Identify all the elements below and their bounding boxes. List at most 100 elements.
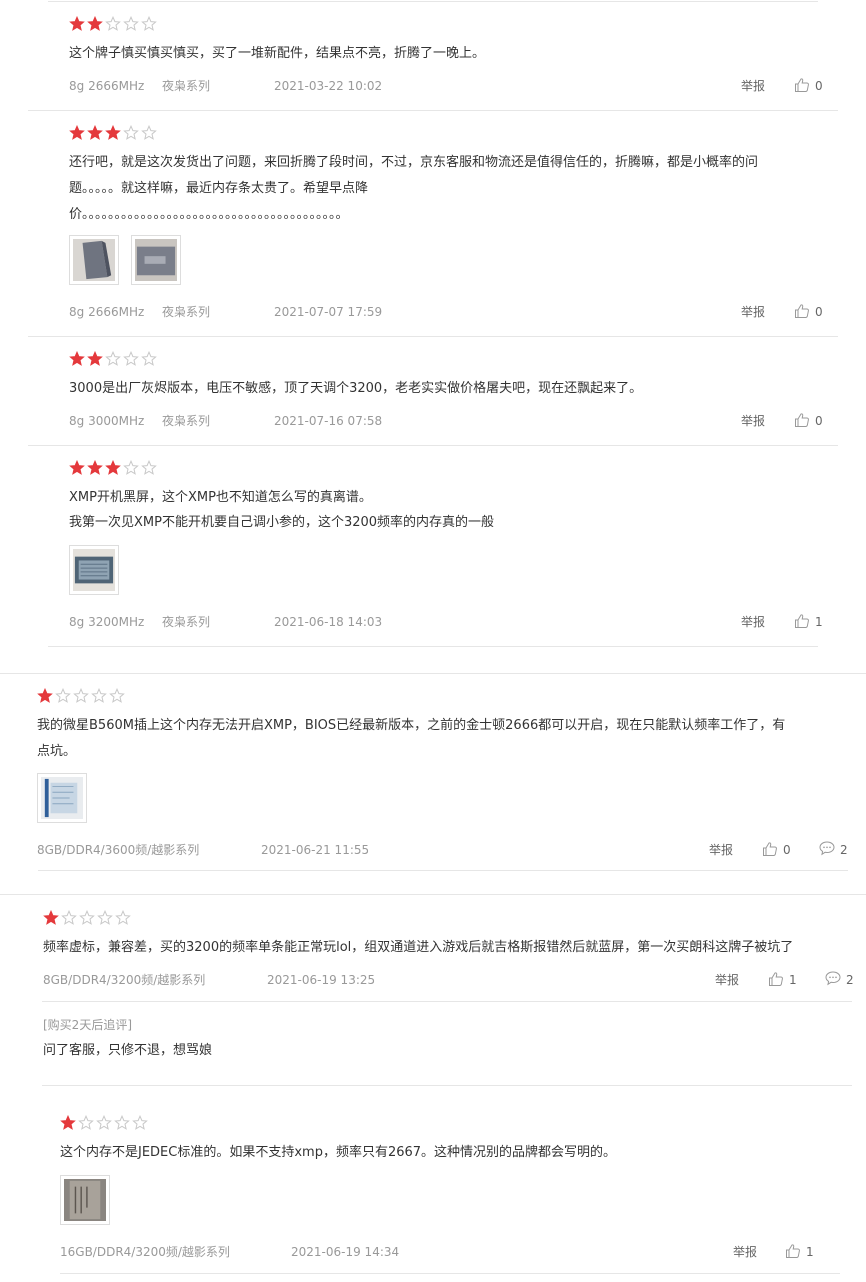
review-date: 2021-07-07 17:59 (274, 305, 383, 319)
followup-text: 问了客服，只修不退，想骂娘 (43, 1043, 213, 1058)
report-link[interactable]: 举报 (733, 1244, 757, 1260)
like-count: 1 (789, 973, 797, 987)
divider (28, 336, 838, 337)
thumbs-up-icon[interactable] (762, 841, 778, 857)
like-count: 0 (815, 305, 823, 319)
review-date: 2021-06-19 14:34 (291, 1245, 400, 1259)
report-link[interactable]: 举报 (715, 972, 739, 988)
review-photo[interactable] (37, 773, 87, 823)
star-empty-icon (132, 1114, 148, 1131)
star-empty-icon (123, 124, 139, 141)
like-count: 1 (806, 1245, 814, 1259)
report-link[interactable]: 举报 (709, 842, 733, 858)
star-empty-icon (55, 687, 71, 704)
star-filled-icon (87, 459, 103, 476)
star-filled-icon (69, 15, 85, 32)
star-filled-icon (60, 1114, 76, 1131)
divider (28, 110, 838, 111)
thumbs-up-icon[interactable] (794, 303, 810, 319)
product-spec: 8g 2666MHz (69, 305, 145, 319)
bios-screen-photo (41, 777, 83, 819)
star-filled-icon (105, 124, 121, 141)
review-photo[interactable] (60, 1175, 110, 1225)
star-empty-icon (114, 1114, 130, 1131)
divider (0, 673, 866, 674)
memory-box-photo (73, 239, 115, 281)
review-text: 这个内存不是JEDEC标准的。如果不支持xmp，频率只有2667。这种情况别的品… (60, 1145, 617, 1160)
star-empty-icon (78, 1114, 94, 1131)
product-series: 夜枭系列 (162, 414, 211, 428)
review-text: XMP开机黑屏，这个XMP也不知道怎么写的真离谱。 (69, 490, 372, 505)
star-filled-icon (105, 459, 121, 476)
review-text: 题。。。。。就这样嘛，最近内存条太贵了。希望早点降 (69, 181, 369, 196)
report-link[interactable]: 举报 (741, 304, 765, 320)
document-photo (64, 1179, 106, 1221)
star-empty-icon (141, 459, 157, 476)
like-count: 0 (783, 843, 791, 857)
product-spec: 8GB/DDR4/3600频/越影系列 (37, 843, 200, 857)
divider (48, 646, 818, 647)
review-text: 还行吧，就是这次发货出了问题，来回折腾了段时间，不过，京东客服和物流还是值得信任… (69, 155, 759, 170)
report-link[interactable]: 举报 (741, 413, 765, 429)
star-empty-icon (105, 350, 121, 367)
like-count: 0 (815, 414, 823, 428)
report-link[interactable]: 举报 (741, 78, 765, 94)
star-filled-icon (87, 350, 103, 367)
star-rating (69, 459, 157, 476)
star-filled-icon (37, 687, 53, 704)
review-date: 2021-07-16 07:58 (274, 414, 383, 428)
divider (0, 894, 866, 895)
product-spec: 16GB/DDR4/3200频/越影系列 (60, 1245, 230, 1259)
divider (48, 1, 818, 2)
star-empty-icon (61, 909, 77, 926)
review-text: 我第一次见XMP不能开机要自己调小参的，这个3200频率的内存真的一般 (69, 515, 495, 530)
product-series: 夜枭系列 (162, 305, 211, 319)
thumbs-up-icon[interactable] (768, 971, 784, 987)
star-filled-icon (43, 909, 59, 926)
thumbs-up-icon[interactable] (785, 1243, 801, 1259)
review-text: 我的微星B560M插上这个内存无法开启XMP，BIOS已经最新版本，之前的金士顿… (37, 718, 786, 733)
star-rating (37, 687, 125, 704)
divider (60, 1273, 840, 1274)
star-empty-icon (141, 350, 157, 367)
followup-tag: [购买2天后追评] (43, 1018, 132, 1032)
star-empty-icon (73, 687, 89, 704)
star-rating (69, 350, 157, 367)
product-spec: 8g 2666MHz (69, 79, 145, 93)
product-spec: 8g 3000MHz (69, 414, 145, 428)
star-filled-icon (69, 124, 85, 141)
divider (42, 1085, 852, 1086)
star-filled-icon (87, 124, 103, 141)
review-text: 这个牌子慎买慎买慎买，买了一堆新配件，结果点不亮，折腾了一晚上。 (69, 46, 486, 61)
star-empty-icon (141, 15, 157, 32)
thumbs-up-icon[interactable] (794, 412, 810, 428)
product-series: 夜枭系列 (162, 79, 211, 93)
comment-icon[interactable] (825, 970, 841, 986)
star-empty-icon (141, 124, 157, 141)
thumbs-up-icon[interactable] (794, 77, 810, 93)
comment-icon[interactable] (819, 840, 835, 856)
star-filled-icon (69, 350, 85, 367)
thumbs-up-icon[interactable] (794, 613, 810, 629)
like-count: 1 (815, 615, 823, 629)
review-text: 频率虚标，兼容差，买的3200的频率单条能正常玩lol，组双通道进入游戏后就吉格… (43, 940, 794, 955)
review-text: 点坑。 (37, 744, 77, 759)
review-date: 2021-06-19 13:25 (267, 973, 376, 987)
comment-count: 2 (840, 843, 848, 857)
review-photo[interactable] (69, 545, 119, 595)
star-empty-icon (105, 15, 121, 32)
bios-screen-photo (73, 549, 115, 591)
star-filled-icon (69, 459, 85, 476)
star-empty-icon (123, 15, 139, 32)
star-rating (43, 909, 131, 926)
review-photo[interactable] (69, 235, 119, 285)
star-empty-icon (115, 909, 131, 926)
star-rating (69, 124, 157, 141)
product-spec: 8g 3200MHz (69, 615, 145, 629)
star-empty-icon (79, 909, 95, 926)
report-link[interactable]: 举报 (741, 614, 765, 630)
star-rating (69, 15, 157, 32)
star-empty-icon (96, 1114, 112, 1131)
review-photo[interactable] (131, 235, 181, 285)
review-text: 3000是出厂灰烬版本，电压不敏感，顶了天调个3200，老老实实做价格屠夫吧，现… (69, 381, 643, 396)
